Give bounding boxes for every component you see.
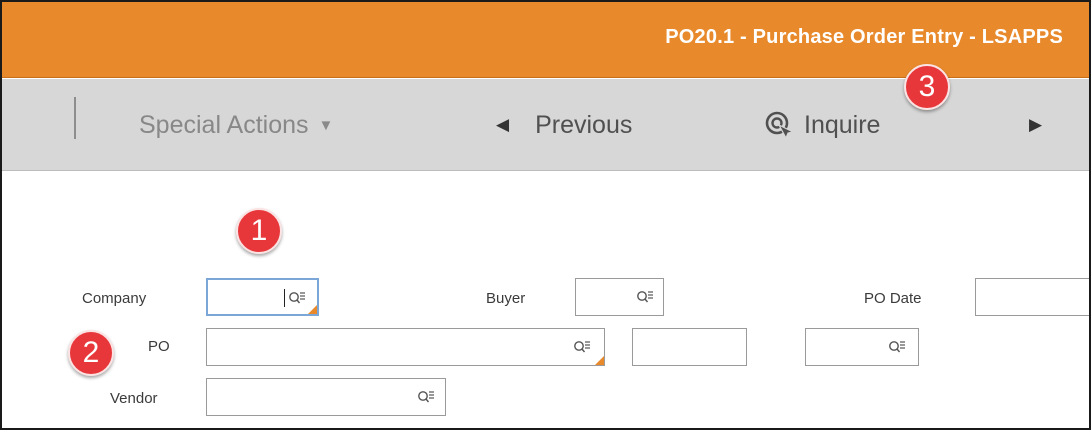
lookup-icon[interactable] bbox=[288, 290, 306, 306]
callout-badge-1: 1 bbox=[236, 208, 282, 254]
lookup-icon[interactable] bbox=[636, 289, 654, 305]
lookup-icon[interactable] bbox=[417, 389, 435, 405]
buyer-label: Buyer bbox=[486, 290, 526, 307]
caret-down-icon: ▼ bbox=[318, 116, 334, 134]
toolbar-divider bbox=[74, 97, 76, 139]
triangle-left-icon: ◀ bbox=[496, 115, 510, 134]
required-marker bbox=[308, 305, 317, 314]
po-date-field[interactable] bbox=[975, 278, 1089, 316]
next-button[interactable]: ▶ bbox=[1029, 107, 1042, 143]
inquire-cursor-icon bbox=[765, 111, 794, 140]
inquire-label: Inquire bbox=[804, 110, 881, 139]
callout-badge-2: 2 bbox=[68, 330, 114, 376]
company-field[interactable] bbox=[206, 278, 319, 316]
lookup-icon[interactable] bbox=[573, 339, 591, 355]
po-number-field[interactable] bbox=[632, 328, 747, 366]
triangle-right-icon: ▶ bbox=[1029, 115, 1043, 134]
po-date-label: PO Date bbox=[864, 290, 922, 307]
special-actions-label: Special Actions bbox=[139, 110, 309, 139]
lookup-icon[interactable] bbox=[888, 339, 906, 355]
company-label: Company bbox=[82, 290, 147, 307]
po-entry-form: Company Buyer PO Date PO Vendor bbox=[2, 172, 1089, 428]
previous-button[interactable]: ◀ Previous bbox=[496, 107, 632, 143]
po-label: PO bbox=[148, 338, 170, 355]
window-title: PO20.1 - Purchase Order Entry - LSAPPS bbox=[665, 26, 1063, 48]
po-field[interactable] bbox=[206, 328, 605, 366]
po-code-field[interactable] bbox=[805, 328, 919, 366]
vendor-label: Vendor bbox=[110, 390, 158, 407]
previous-label: Previous bbox=[535, 110, 633, 139]
buyer-field[interactable] bbox=[575, 278, 664, 316]
text-cursor bbox=[284, 289, 285, 307]
required-marker bbox=[595, 356, 604, 365]
callout-badge-3: 3 bbox=[904, 64, 950, 110]
vendor-field[interactable] bbox=[206, 378, 446, 416]
inquire-button[interactable]: Inquire bbox=[764, 107, 880, 143]
app-window: PO20.1 - Purchase Order Entry - LSAPPS S… bbox=[0, 0, 1091, 430]
special-actions-menu[interactable]: Special Actions ▼ bbox=[139, 107, 333, 143]
